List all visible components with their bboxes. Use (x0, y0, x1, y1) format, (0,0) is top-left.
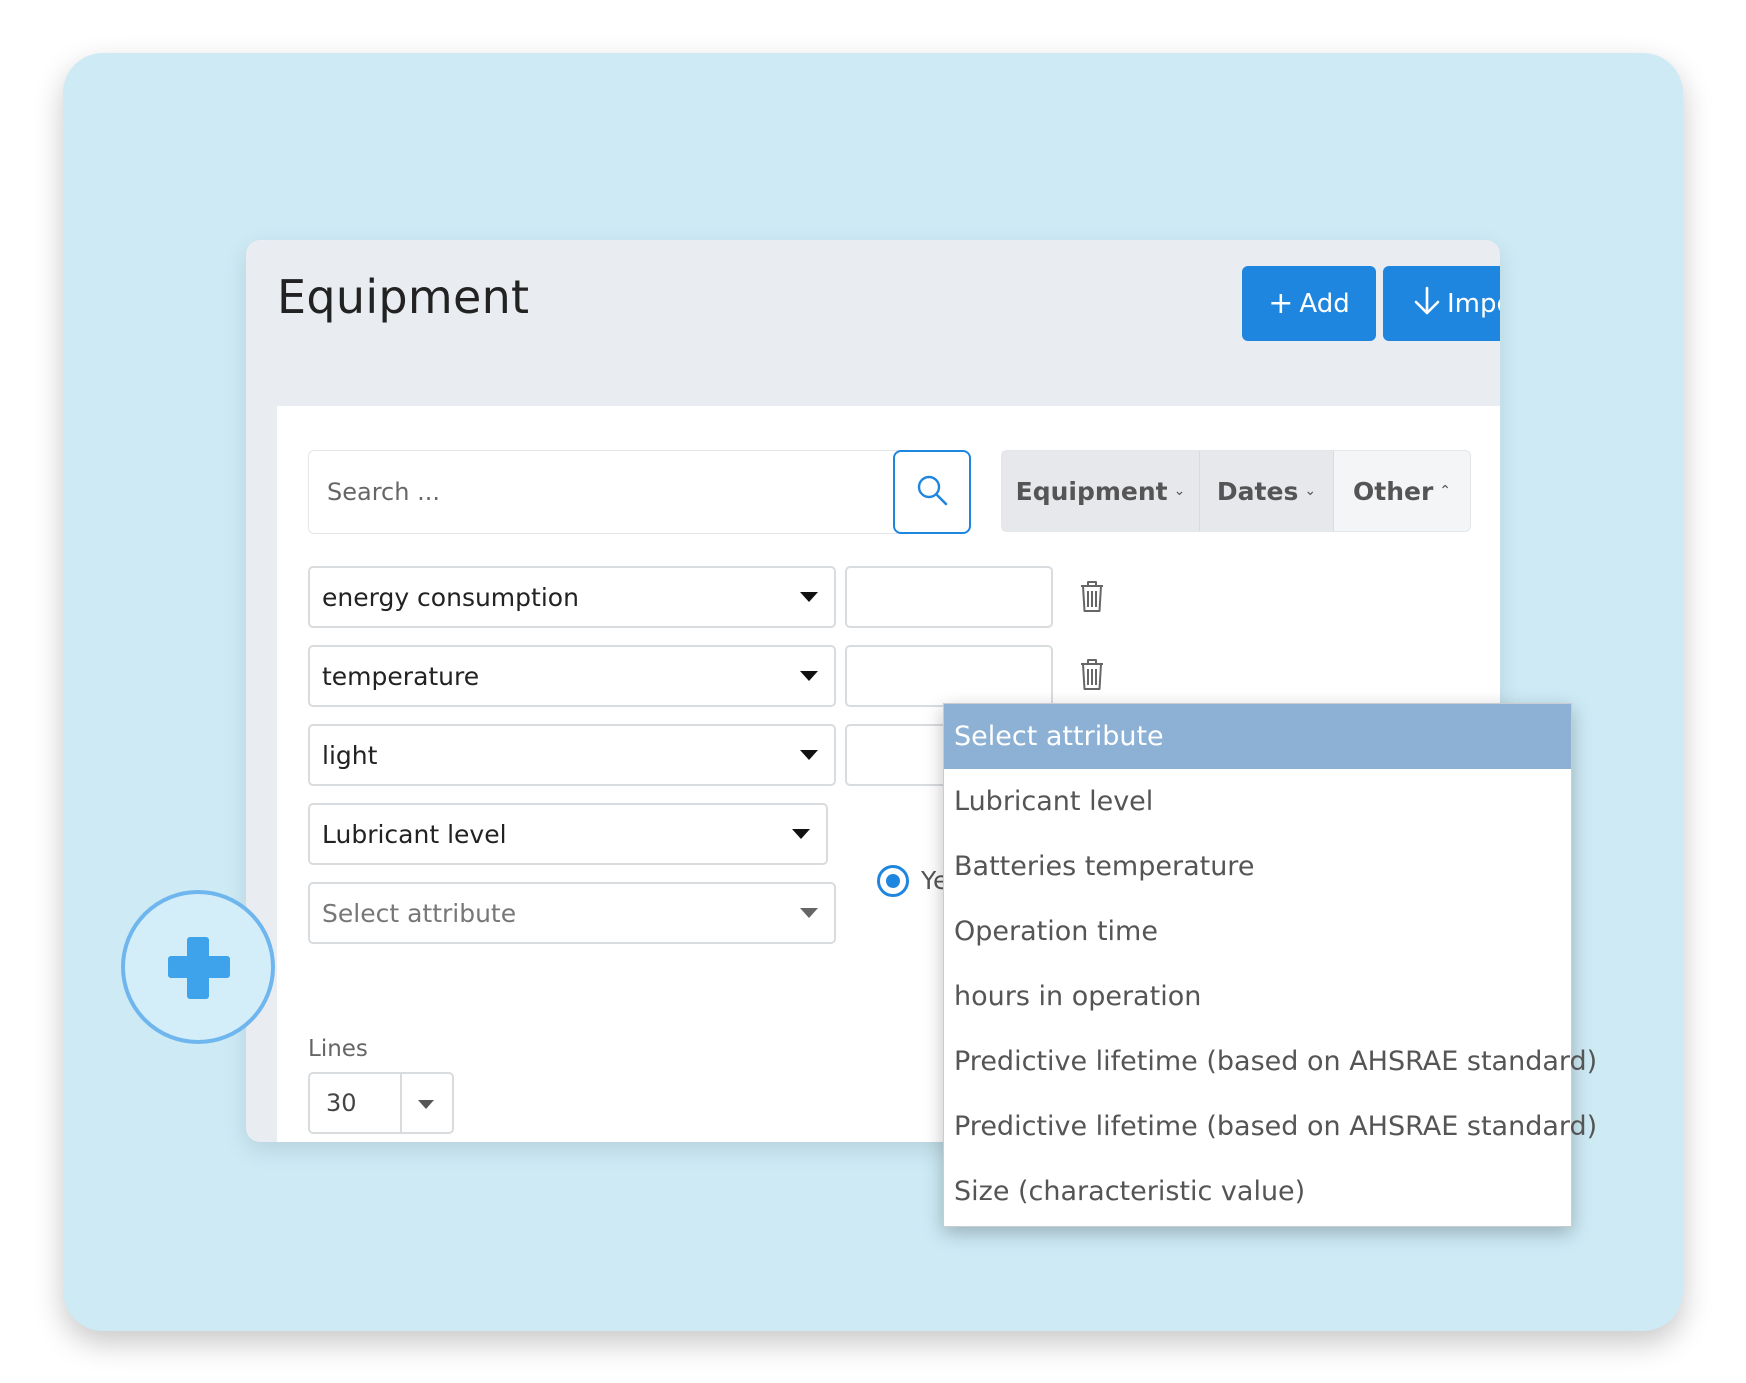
chevron-down-icon: ⌄ (1304, 483, 1317, 499)
attribute-select-new[interactable]: Select attribute (308, 882, 836, 944)
attribute-value-input[interactable] (845, 645, 1053, 707)
filter-dates[interactable]: Dates ⌄ (1200, 451, 1334, 531)
filter-other[interactable]: Other ⌃ (1334, 451, 1470, 531)
trash-icon[interactable] (1077, 578, 1107, 618)
plus-icon: + (1268, 285, 1294, 321)
chevron-up-icon: ⌃ (1439, 483, 1452, 499)
filter-tabs: Equipment ⌄ Dates ⌄ Other ⌃ (1001, 450, 1471, 532)
divider (400, 1074, 402, 1132)
search-icon (915, 473, 949, 511)
attribute-value-input[interactable] (845, 566, 1053, 628)
import-button-label: Impo (1447, 288, 1500, 319)
caret-down-icon (418, 1100, 434, 1109)
plus-icon (168, 956, 230, 978)
trash-icon[interactable] (1077, 656, 1107, 696)
dropdown-option[interactable]: Size (characteristic value) (944, 1159, 1571, 1224)
lines-select[interactable]: 30 (308, 1072, 454, 1134)
attribute-select[interactable]: temperature (308, 645, 836, 707)
attribute-select[interactable]: Lubricant level (308, 803, 828, 865)
attribute-select[interactable]: energy consumption (308, 566, 836, 628)
caret-down-icon (800, 750, 818, 760)
caret-down-icon (800, 592, 818, 602)
caret-down-icon (800, 908, 818, 918)
attribute-select-value: energy consumption (322, 582, 579, 612)
add-button-label: Add (1299, 288, 1350, 319)
attribute-select-value: Lubricant level (322, 819, 507, 849)
caret-down-icon (792, 829, 810, 839)
filter-equipment[interactable]: Equipment ⌄ (1002, 451, 1200, 531)
add-button[interactable]: + Add (1242, 266, 1376, 341)
dropdown-option[interactable]: Lubricant level (944, 769, 1571, 834)
filter-equipment-label: Equipment (1015, 476, 1168, 506)
attribute-select-value: light (322, 740, 378, 770)
filter-other-label: Other (1352, 476, 1434, 506)
dropdown-option[interactable]: Predictive lifetime (based on AHSRAE sta… (944, 1029, 1597, 1094)
attribute-select-placeholder: Select attribute (322, 898, 517, 928)
dropdown-option[interactable]: Predictive lifetime (based on AHSRAE sta… (944, 1094, 1597, 1159)
search-input[interactable] (309, 451, 889, 533)
attribute-select[interactable]: light (308, 724, 836, 786)
dropdown-option[interactable]: Operation time (944, 899, 1571, 964)
dropdown-option[interactable]: hours in operation (944, 964, 1571, 1029)
filter-dates-label: Dates (1216, 476, 1299, 506)
dropdown-option[interactable]: Select attribute (944, 704, 1571, 769)
lines-value: 30 (326, 1089, 357, 1117)
caret-down-icon (800, 671, 818, 681)
arrow-down-icon (1413, 286, 1441, 322)
chevron-down-icon: ⌄ (1173, 483, 1186, 499)
attribute-select-value: temperature (322, 661, 480, 691)
search-button[interactable] (893, 450, 971, 534)
dropdown-option[interactable]: Batteries temperature (944, 834, 1571, 899)
lines-label: Lines (308, 1036, 368, 1062)
attribute-dropdown-menu: Select attribute Lubricant level Batteri… (943, 703, 1597, 1227)
yes-radio[interactable] (877, 865, 909, 897)
search-box (308, 450, 971, 534)
import-button[interactable]: Impo (1383, 266, 1500, 341)
add-attribute-button[interactable] (121, 890, 275, 1044)
page-title: Equipment (277, 270, 530, 324)
